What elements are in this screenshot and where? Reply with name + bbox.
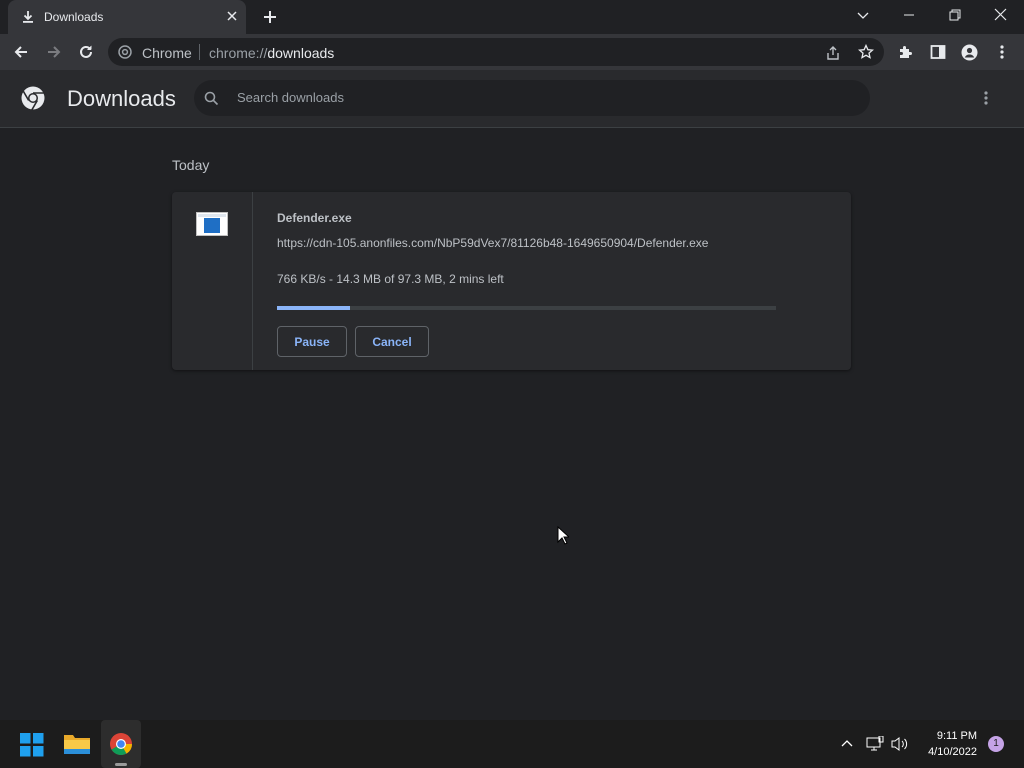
close-tab-icon[interactable]	[226, 10, 238, 22]
notification-badge[interactable]: 1	[988, 736, 1004, 752]
url-scheme: chrome://	[209, 45, 268, 61]
address-bar[interactable]: Chrome chrome://downloads	[108, 38, 884, 66]
volume-icon[interactable]	[891, 736, 909, 752]
share-icon[interactable]	[825, 45, 841, 61]
show-hidden-icons-chevron-icon[interactable]	[840, 736, 854, 750]
forward-arrow-icon[interactable]	[46, 44, 62, 60]
url-text: chrome://downloads	[209, 45, 334, 61]
windows-taskbar: 9:11 PM 4/10/2022 1	[0, 720, 1024, 768]
extensions-puzzle-icon[interactable]	[898, 44, 914, 60]
tab-strip: Downloads	[0, 0, 1024, 34]
download-progress-bar	[277, 306, 776, 310]
download-filename[interactable]: Defender.exe	[277, 211, 352, 225]
page-title: Downloads	[67, 86, 176, 111]
mouse-pointer-icon	[557, 526, 569, 546]
search-downloads-input[interactable]: Search downloads	[194, 80, 870, 116]
browser-menu-kebab-icon[interactable]	[999, 44, 1005, 60]
download-item-card: Defender.exe https://cdn-105.anonfiles.c…	[172, 192, 851, 370]
omnibox-divider	[199, 44, 200, 60]
download-progress-fill	[277, 306, 351, 310]
download-source-url[interactable]: https://cdn-105.anonfiles.com/NbP59dVex7…	[277, 236, 708, 250]
side-panel-icon[interactable]	[930, 44, 946, 60]
search-icon	[204, 91, 219, 106]
file-explorer-icon[interactable]	[57, 720, 97, 768]
download-icon	[22, 10, 34, 24]
url-path: downloads	[267, 45, 335, 61]
profile-avatar-icon[interactable]	[961, 44, 978, 61]
downloads-header: Downloads Search downloads	[0, 70, 1024, 128]
chrome-site-icon	[118, 45, 132, 59]
clock-date[interactable]: 4/10/2022	[917, 746, 977, 758]
file-icon-column	[172, 192, 253, 370]
running-indicator	[115, 763, 127, 766]
bookmark-star-icon[interactable]	[858, 44, 874, 60]
date-section-label: Today	[172, 157, 210, 173]
tab-title: Downloads	[44, 10, 104, 24]
tab-downloads[interactable]: Downloads	[8, 0, 246, 34]
search-placeholder: Search downloads	[237, 90, 344, 105]
minimize-icon[interactable]	[903, 8, 915, 22]
pause-button[interactable]: Pause	[277, 326, 347, 357]
cancel-button[interactable]: Cancel	[355, 326, 429, 357]
close-window-icon[interactable]	[994, 8, 1007, 22]
downloads-menu-kebab-icon[interactable]	[983, 90, 989, 106]
windows-start-icon[interactable]	[12, 720, 52, 768]
chrome-icon[interactable]	[101, 720, 141, 768]
reload-icon[interactable]	[78, 44, 94, 60]
new-tab-icon[interactable]	[262, 9, 278, 25]
site-name-label: Chrome	[142, 45, 192, 61]
clock-time[interactable]: 9:11 PM	[921, 730, 977, 742]
download-status-text: 766 KB/s - 14.3 MB of 97.3 MB, 2 mins le…	[277, 272, 504, 286]
chrome-logo-icon	[21, 86, 45, 110]
tab-search-chevron-icon[interactable]	[856, 8, 870, 22]
network-icon[interactable]	[866, 736, 884, 752]
browser-toolbar: Chrome chrome://downloads	[0, 34, 1024, 70]
restore-icon[interactable]	[949, 8, 961, 22]
executable-file-icon	[196, 212, 228, 236]
back-arrow-icon[interactable]	[13, 44, 29, 60]
